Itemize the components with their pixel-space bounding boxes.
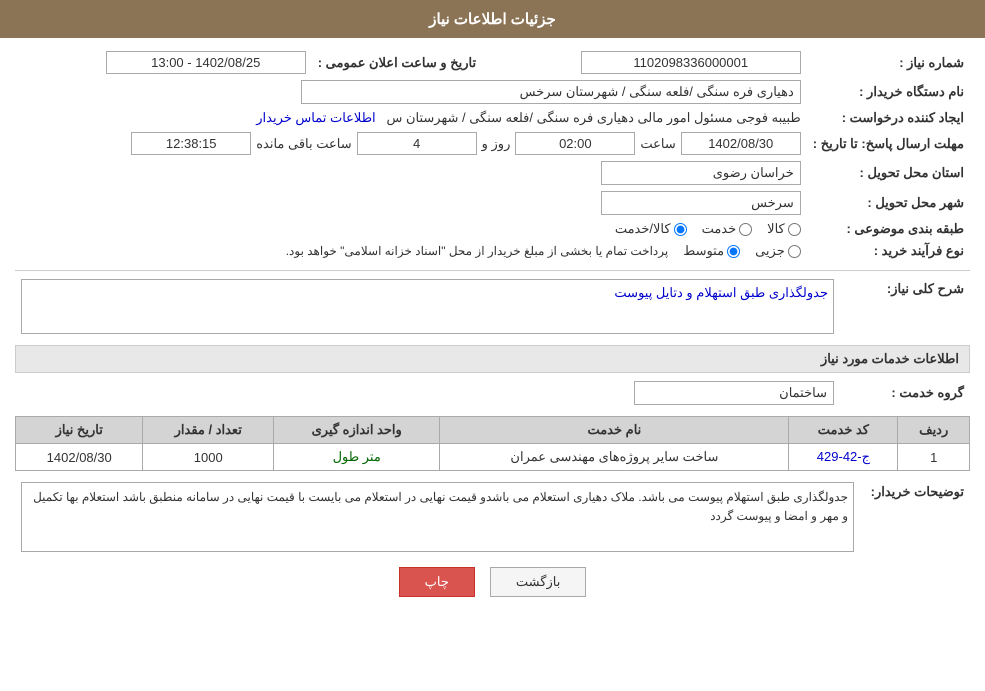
baqi-mande-input: 12:38:15 [131,132,251,155]
cell-vahed: متر طول [274,444,440,471]
shahr-input: سرخس [601,191,801,215]
tozihat-text: جدولگذاری طبق استهلام پیوست می باشد. ملا… [33,490,848,523]
type-farayand-value: جزیی متوسط پرداخت تمام یا بخشی از مبلغ خ… [15,240,807,262]
col-tedad: تعداد / مقدار [143,417,274,444]
tabaqe-radio-group: کالا خدمت کالا/خدمت [21,221,801,237]
col-name: نام خدمت [440,417,789,444]
grooh-section: گروه خدمت : ساختمان [15,378,970,408]
tarikh-elan-label: تاریخ و ساعت اعلان عمومی : [312,48,482,77]
radio-khadamat-input[interactable] [739,223,752,236]
tozihat-value: جدولگذاری طبق استهلام پیوست می باشد. ملا… [15,479,860,555]
mohlat-ersal-row: 1402/08/30 ساعت 02:00 روز و 4 ساعت باقی … [15,129,807,158]
page-header: جزئیات اطلاعات نیاز [0,0,985,38]
grooh-khadamat-input: ساختمان [634,381,834,405]
ijad-konande-value: طبیبه فوجی مسئول امور مالی دهیاری فره سن… [15,107,807,129]
ijad-konande-label: ایجاد کننده درخواست : [807,107,970,129]
print-button[interactable]: چاپ [399,567,475,597]
buttons-row: بازگشت چاپ [15,567,970,597]
divider1 [15,270,970,271]
tozihat-label: توضیحات خریدار: [860,479,970,555]
service-info-title: اطلاعات خدمات مورد نیاز [15,345,970,373]
sherh-text: جدولگذاری طبق استهلام و دتایل پیوست [614,285,828,300]
radio-jozei-input[interactable] [788,245,801,258]
ostan-label: استان محل تحویل : [807,158,970,188]
sherh-label: شرح کلی نیاز: [840,276,970,337]
back-button[interactable]: بازگشت [490,567,586,597]
services-table: ردیف کد خدمت نام خدمت واحد اندازه گیری ت… [15,416,970,471]
radio-khadamat: خدمت [702,221,753,237]
name-dastgah-input: دهیاری فره سنگی /فلعه سنگی / شهرستان سرخ… [301,80,801,104]
tarikh-input: 1402/08/30 [681,132,801,155]
shomare-niaz-value: 1102098336000001 [482,48,807,77]
radio-motovaset: متوسط [683,243,740,259]
name-dastgah-value: دهیاری فره سنگی /فلعه سنگی / شهرستان سرخ… [15,77,807,107]
radio-kala-khadamat: کالا/خدمت [615,221,687,237]
saat-label: ساعت [640,136,675,152]
ostan-value: خراسان رضوی [15,158,807,188]
rooz-input: 4 [357,132,477,155]
table-row: 1 ج-42-429 ساخت سایر پروژه‌های مهندسی عم… [16,444,970,471]
shahr-label: شهر محل تحویل : [807,188,970,218]
services-table-head: ردیف کد خدمت نام خدمت واحد اندازه گیری ت… [16,417,970,444]
rooz-label: روز و [482,136,511,152]
cell-tarikh: 1402/08/30 [16,444,143,471]
radio-jozei-label: جزیی [755,243,785,259]
cell-name: ساخت سایر پروژه‌های مهندسی عمران [440,444,789,471]
shahr-value: سرخس [15,188,807,218]
cell-kod: ج-42-429 [789,444,898,471]
ijad-konande-text: طبیبه فوجی مسئول امور مالی دهیاری فره سن… [387,110,801,125]
name-dastgah-label: نام دستگاه خریدار : [807,77,970,107]
col-tarikh: تاریخ نیاز [16,417,143,444]
ettelaat-tamas-link[interactable]: اطلاعات تماس خریدار [256,110,375,125]
radio-khadamat-label: خدمت [702,221,737,237]
tozihat-input: جدولگذاری طبق استهلام پیوست می باشد. ملا… [21,482,854,552]
mohlat-ersal-inputs: 1402/08/30 ساعت 02:00 روز و 4 ساعت باقی … [21,132,801,155]
radio-motovaset-input[interactable] [727,245,740,258]
type-radio-group: جزیی متوسط پرداخت تمام یا بخشی از مبلغ خ… [21,243,801,259]
type-farayand-label: نوع فرآیند خرید : [807,240,970,262]
sherh-section: شرح کلی نیاز: جدولگذاری طبق استهلام و دت… [15,276,970,337]
cell-tedad: 1000 [143,444,274,471]
col-radif: ردیف [898,417,970,444]
col-vahed: واحد اندازه گیری [274,417,440,444]
main-content: شماره نیاز : 1102098336000001 تاریخ و سا… [0,38,985,619]
info-section: شماره نیاز : 1102098336000001 تاریخ و سا… [15,48,970,262]
col-kod: کد خدمت [789,417,898,444]
page-title: جزئیات اطلاعات نیاز [429,11,556,28]
tozihat-section: توضیحات خریدار: جدولگذاری طبق استهلام پی… [15,479,970,555]
grooh-khadamat-value: ساختمان [15,378,840,408]
sherh-input: جدولگذاری طبق استهلام و دتایل پیوست [21,279,834,334]
radio-kala-khadamat-label: کالا/خدمت [615,221,671,237]
grooh-khadamat-label: گروه خدمت : [840,378,970,408]
shomare-niaz-label: شماره نیاز : [807,48,970,77]
cell-radif: 1 [898,444,970,471]
sherh-value: جدولگذاری طبق استهلام و دتایل پیوست [15,276,840,337]
baqi-mande-label: ساعت باقی مانده [256,136,351,152]
radio-kala: کالا [767,221,801,237]
ostan-input: خراسان رضوی [601,161,801,185]
page-container: جزئیات اطلاعات نیاز شماره نیاز : 1102098… [0,0,985,691]
radio-kala-label: کالا [767,221,785,237]
tabaqe-value: کالا خدمت کالا/خدمت [15,218,807,240]
tabaqe-label: طبقه بندی موضوعی : [807,218,970,240]
tarikh-elan-value: 1402/08/25 - 13:00 [15,48,312,77]
radio-kala-khadamat-input[interactable] [674,223,687,236]
tarikh-elan-input: 1402/08/25 - 13:00 [106,51,306,74]
radio-motovaset-label: متوسط [683,243,724,259]
mohlat-ersal-label: مهلت ارسال پاسخ: تا تاریخ : [807,129,970,158]
radio-kala-input[interactable] [788,223,801,236]
services-table-body: 1 ج-42-429 ساخت سایر پروژه‌های مهندسی عم… [16,444,970,471]
type-note: پرداخت تمام یا بخشی از مبلغ خریدار از مح… [286,244,669,258]
saat-input: 02:00 [515,132,635,155]
shomare-niaz-input: 1102098336000001 [581,51,801,74]
radio-jozei: جزیی [755,243,801,259]
